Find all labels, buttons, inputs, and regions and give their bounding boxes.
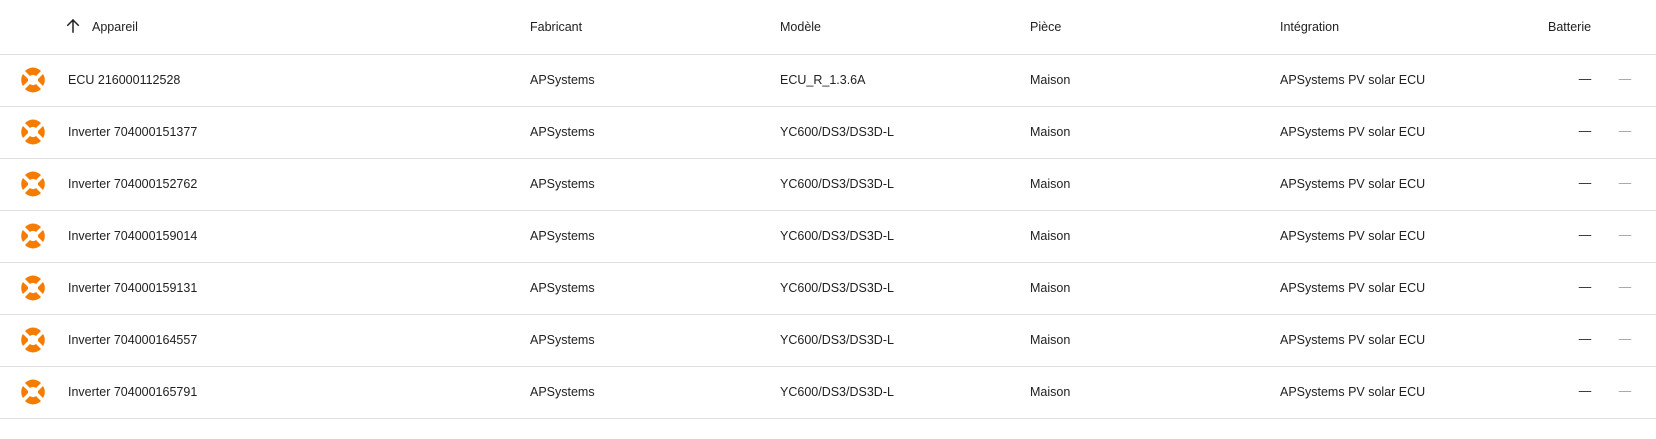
manufacturer-cell: APSystems bbox=[530, 229, 595, 243]
battery-cell: — bbox=[1578, 280, 1592, 294]
table-row[interactable]: ECU 216000112528 APSystems ECU_R_1.3.6A Mai… bbox=[0, 55, 1656, 107]
table-row[interactable]: Inverter 704000159014 APSystems YC600/DS3/… bbox=[0, 211, 1656, 263]
integration-cell: APSystems PV solar ECU bbox=[1280, 281, 1426, 295]
table-body: ECU 216000112528 APSystems ECU_R_1.3.6A Mai… bbox=[0, 55, 1656, 419]
manufacturer-cell: APSystems bbox=[530, 333, 595, 347]
apsystems-logo-icon bbox=[21, 327, 45, 353]
integration-cell: APSystems PV solar ECU bbox=[1280, 385, 1426, 399]
column-header-integration[interactable]: Intégration bbox=[1280, 20, 1339, 34]
integration-cell: APSystems PV solar ECU bbox=[1280, 73, 1426, 87]
room-cell: Maison bbox=[1030, 73, 1071, 87]
column-header-room[interactable]: Pièce bbox=[1030, 20, 1061, 34]
manufacturer-cell: APSystems bbox=[530, 177, 595, 191]
device-name: Inverter 704000165791 bbox=[68, 385, 198, 399]
model-cell: YC600/DS3/DS3D-L bbox=[780, 333, 894, 347]
devices-table: Appareil Fabricant Modèle Pièce Intégrat… bbox=[0, 0, 1656, 419]
room-cell: Maison bbox=[1030, 385, 1071, 399]
room-cell: Maison bbox=[1030, 333, 1071, 347]
room-cell: Maison bbox=[1030, 125, 1071, 139]
extra-cell: — bbox=[1618, 176, 1632, 190]
model-cell: YC600/DS3/DS3D-L bbox=[780, 229, 894, 243]
device-name: Inverter 704000159131 bbox=[68, 281, 198, 295]
device-name: Inverter 704000164557 bbox=[68, 333, 198, 347]
extra-cell: — bbox=[1618, 280, 1632, 294]
extra-cell: — bbox=[1618, 124, 1632, 138]
integration-cell: APSystems PV solar ECU bbox=[1280, 229, 1426, 243]
apsystems-logo-icon bbox=[21, 223, 45, 249]
table-row[interactable]: Inverter 704000152762 APSystems YC600/DS3/… bbox=[0, 159, 1656, 211]
arrow-up-icon[interactable] bbox=[64, 17, 82, 35]
table-header: Appareil Fabricant Modèle Pièce Intégrat… bbox=[0, 0, 1656, 55]
table-row[interactable]: Inverter 704000151377 APSystems YC600/DS3/… bbox=[0, 107, 1656, 159]
column-header-manufacturer[interactable]: Fabricant bbox=[530, 20, 582, 34]
integration-cell: APSystems PV solar ECU bbox=[1280, 125, 1426, 139]
integration-cell: APSystems PV solar ECU bbox=[1280, 333, 1426, 347]
column-header-device[interactable]: Appareil bbox=[92, 20, 138, 34]
table-row[interactable]: Inverter 704000159131 APSystems YC600/DS3/… bbox=[0, 263, 1656, 315]
table-row[interactable]: Inverter 704000165791 APSystems YC600/DS3/… bbox=[0, 367, 1656, 419]
integration-cell: APSystems PV solar ECU bbox=[1280, 177, 1426, 191]
column-header-battery[interactable]: Batterie bbox=[1548, 20, 1591, 34]
model-cell: ECU_R_1.3.6A bbox=[780, 73, 866, 87]
extra-cell: — bbox=[1618, 332, 1632, 346]
manufacturer-cell: APSystems bbox=[530, 281, 595, 295]
battery-cell: — bbox=[1578, 176, 1592, 190]
table-row[interactable]: Inverter 704000164557 APSystems YC600/DS3/… bbox=[0, 315, 1656, 367]
model-cell: YC600/DS3/DS3D-L bbox=[780, 125, 894, 139]
battery-cell: — bbox=[1578, 124, 1592, 138]
apsystems-logo-icon bbox=[21, 171, 45, 197]
model-cell: YC600/DS3/DS3D-L bbox=[780, 177, 894, 191]
battery-cell: — bbox=[1578, 72, 1592, 86]
column-header-model[interactable]: Modèle bbox=[780, 20, 821, 34]
manufacturer-cell: APSystems bbox=[530, 125, 595, 139]
device-name: Inverter 704000159014 bbox=[68, 229, 198, 243]
extra-cell: — bbox=[1618, 384, 1632, 398]
model-cell: YC600/DS3/DS3D-L bbox=[780, 385, 894, 399]
manufacturer-cell: APSystems bbox=[530, 73, 595, 87]
model-cell: YC600/DS3/DS3D-L bbox=[780, 281, 894, 295]
battery-cell: — bbox=[1578, 228, 1592, 242]
device-name: Inverter 704000151377 bbox=[68, 125, 198, 139]
device-name: ECU 216000112528 bbox=[68, 73, 181, 87]
battery-cell: — bbox=[1578, 332, 1592, 346]
extra-cell: — bbox=[1618, 72, 1632, 86]
room-cell: Maison bbox=[1030, 177, 1071, 191]
apsystems-logo-icon bbox=[21, 275, 45, 301]
room-cell: Maison bbox=[1030, 281, 1071, 295]
device-name: Inverter 704000152762 bbox=[68, 177, 198, 191]
battery-cell: — bbox=[1578, 384, 1592, 398]
room-cell: Maison bbox=[1030, 229, 1071, 243]
apsystems-logo-icon bbox=[21, 67, 45, 93]
manufacturer-cell: APSystems bbox=[530, 385, 595, 399]
extra-cell: — bbox=[1618, 228, 1632, 242]
apsystems-logo-icon bbox=[21, 119, 45, 145]
apsystems-logo-icon bbox=[21, 379, 45, 405]
